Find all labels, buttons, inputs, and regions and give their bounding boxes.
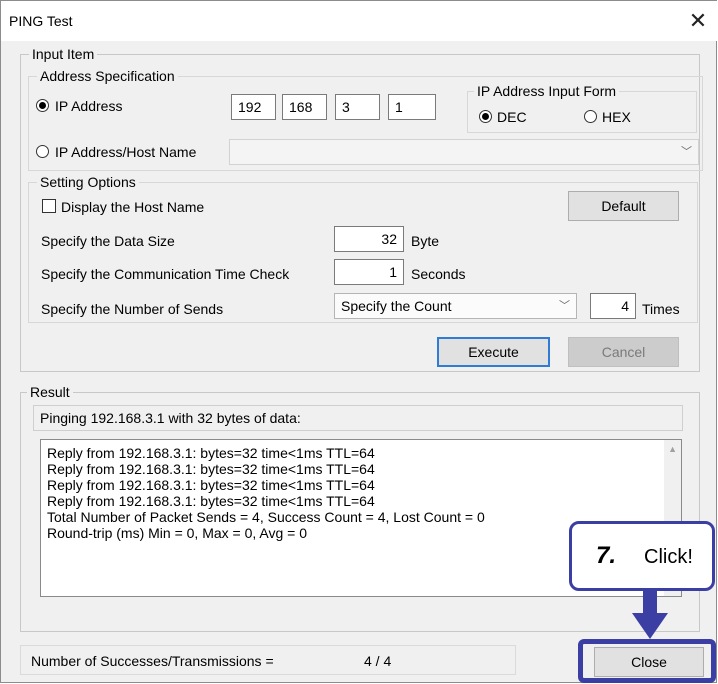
time-check-input[interactable]: 1 [334, 259, 404, 285]
time-check-label: Specify the Communication Time Check [41, 266, 290, 282]
display-host-name-checkbox[interactable] [42, 199, 56, 213]
instruction-callout: 7. Click! [569, 521, 715, 591]
step-number: 7. [596, 542, 617, 569]
host-name-combo[interactable]: ﹀ [229, 139, 699, 165]
ip-address-radio[interactable] [36, 99, 49, 112]
sends-count-input[interactable]: 4 [590, 293, 636, 319]
sends-unit: Times [642, 301, 680, 317]
title-bar: PING Test ✕ [1, 1, 717, 41]
dec-radio[interactable] [479, 110, 492, 123]
display-host-name-label: Display the Host Name [61, 199, 205, 215]
host-name-label: IP Address/Host Name [55, 144, 197, 160]
window-title: PING Test [9, 13, 73, 29]
sends-label: Specify the Number of Sends [41, 301, 224, 317]
log-line: Total Number of Packet Sends = 4, Succes… [47, 509, 485, 525]
ip-octet-2[interactable]: 168 [282, 94, 327, 120]
result-label: Result [27, 384, 73, 400]
address-spec-label: Address Specification [37, 68, 178, 84]
ip-octet-4[interactable]: 1 [388, 94, 436, 120]
log-line: Reply from 192.168.3.1: bytes=32 time<1m… [47, 461, 375, 477]
input-item-label: Input Item [29, 46, 98, 62]
host-name-radio[interactable] [36, 145, 49, 158]
pointer-arrow-icon [632, 589, 668, 639]
time-check-unit: Seconds [411, 266, 466, 282]
step-action: Click! [644, 546, 693, 568]
data-size-unit: Byte [411, 233, 440, 249]
setting-options-label: Setting Options [37, 174, 139, 190]
scroll-up-icon[interactable]: ▲ [668, 444, 677, 454]
chevron-down-icon: ﹀ [681, 146, 692, 158]
log-line: Reply from 192.168.3.1: bytes=32 time<1m… [47, 477, 375, 493]
window-close-icon[interactable]: ✕ [683, 6, 713, 36]
result-summary: Pinging 192.168.3.1 with 32 bytes of dat… [33, 405, 683, 431]
execute-button[interactable]: Execute [437, 337, 550, 367]
hex-radio[interactable] [584, 110, 597, 123]
result-log-text: Reply from 192.168.3.1: bytes=32 time<1m… [47, 445, 485, 541]
status-label: Number of Successes/Transmissions = [31, 653, 274, 669]
default-button[interactable]: Default [568, 191, 679, 221]
ip-address-label: IP Address [55, 98, 123, 114]
cancel-button[interactable]: Cancel [568, 337, 679, 367]
ip-octet-1[interactable]: 192 [231, 94, 276, 120]
log-line: Round-trip (ms) Min = 0, Max = 0, Avg = … [47, 525, 308, 541]
data-size-label: Specify the Data Size [41, 233, 175, 249]
ip-octet-3[interactable]: 3 [335, 94, 380, 120]
status-bar: Number of Successes/Transmissions = 4 / … [20, 645, 516, 675]
sends-mode-select[interactable]: Specify the Count ﹀ [334, 293, 577, 319]
status-value: 4 / 4 [364, 653, 392, 669]
sends-mode-value: Specify the Count [341, 298, 452, 314]
hex-label: HEX [602, 109, 631, 125]
dec-label: DEC [497, 109, 527, 125]
close-button-highlight [578, 639, 716, 683]
log-line: Reply from 192.168.3.1: bytes=32 time<1m… [47, 493, 375, 509]
input-form-label: IP Address Input Form [474, 83, 620, 99]
chevron-down-icon: ﹀ [559, 300, 570, 312]
data-size-input[interactable]: 32 [334, 226, 404, 252]
log-line: Reply from 192.168.3.1: bytes=32 time<1m… [47, 445, 375, 461]
